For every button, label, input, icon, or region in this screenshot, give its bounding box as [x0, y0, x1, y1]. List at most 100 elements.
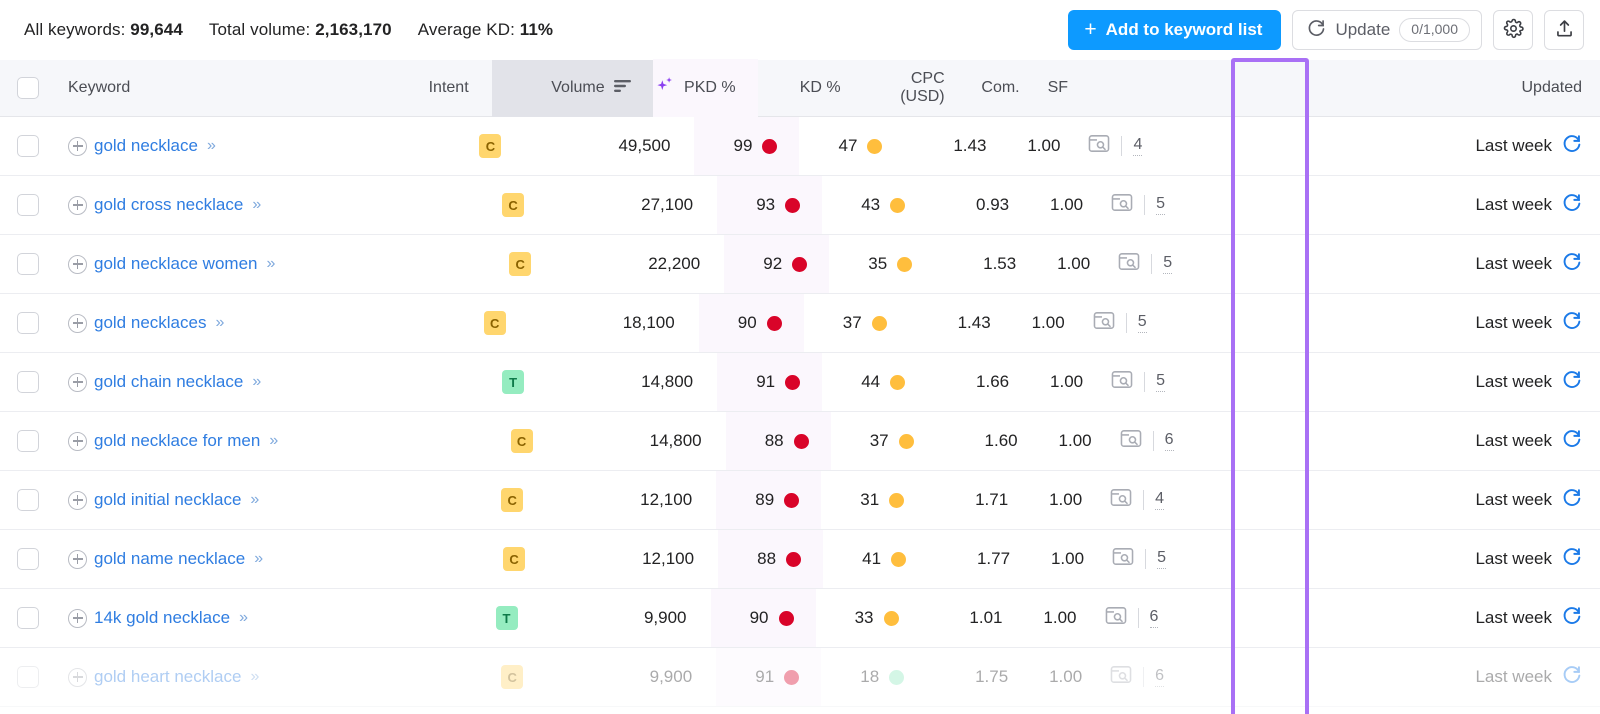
- row-checkbox[interactable]: [17, 430, 39, 452]
- export-button[interactable]: [1544, 10, 1584, 50]
- intent-badge[interactable]: T: [502, 370, 524, 394]
- refresh-row-icon[interactable]: [1561, 487, 1582, 513]
- sf-count[interactable]: 5: [1157, 549, 1166, 569]
- add-keyword-icon[interactable]: [68, 550, 87, 569]
- serp-features-icon[interactable]: [1111, 370, 1133, 394]
- keyword-link[interactable]: gold necklace: [94, 136, 198, 156]
- add-to-keyword-list-button[interactable]: + Add to keyword list: [1068, 10, 1281, 50]
- add-keyword-icon[interactable]: [68, 196, 87, 215]
- serp-features-icon[interactable]: [1110, 665, 1132, 689]
- add-keyword-icon[interactable]: [68, 137, 87, 156]
- intent-badge[interactable]: C: [511, 429, 533, 453]
- keyword-link[interactable]: gold necklace women: [94, 254, 257, 274]
- header-com[interactable]: Com.: [963, 79, 1035, 97]
- refresh-row-icon[interactable]: [1561, 369, 1582, 395]
- intent-badge[interactable]: C: [501, 488, 523, 512]
- add-keyword-icon[interactable]: [68, 668, 87, 687]
- chevron-double-right-icon[interactable]: »: [252, 196, 259, 214]
- serp-features-icon[interactable]: [1088, 134, 1110, 158]
- sf-count[interactable]: 6: [1165, 431, 1174, 451]
- sf-count[interactable]: 4: [1155, 490, 1164, 510]
- serp-features-icon[interactable]: [1111, 193, 1133, 217]
- add-keyword-icon[interactable]: [68, 314, 87, 333]
- sf-count[interactable]: 5: [1156, 195, 1165, 215]
- header-kd[interactable]: KD %: [758, 79, 863, 97]
- select-all-checkbox[interactable]: [17, 77, 39, 99]
- sf-count[interactable]: 5: [1163, 254, 1172, 274]
- serp-features-icon[interactable]: [1112, 547, 1134, 571]
- table-row[interactable]: 14k gold necklace » T 9,900 90 33 1.01 1…: [0, 589, 1600, 648]
- add-keyword-icon[interactable]: [68, 609, 87, 628]
- update-button[interactable]: Update 0/1,000: [1292, 10, 1482, 50]
- keyword-link[interactable]: gold name necklace: [94, 549, 245, 569]
- row-checkbox[interactable]: [17, 548, 39, 570]
- table-row[interactable]: gold chain necklace » T 14,800 91 44 1.6…: [0, 353, 1600, 412]
- table-row[interactable]: gold necklace for men » C 14,800 88 37 1…: [0, 412, 1600, 471]
- row-checkbox[interactable]: [17, 312, 39, 334]
- table-row[interactable]: gold cross necklace » C 27,100 93 43 0.9…: [0, 176, 1600, 235]
- intent-badge[interactable]: C: [502, 193, 524, 217]
- refresh-row-icon[interactable]: [1561, 192, 1582, 218]
- serp-features-icon[interactable]: [1120, 429, 1142, 453]
- table-row[interactable]: gold name necklace » C 12,100 88 41 1.77…: [0, 530, 1600, 589]
- chevron-double-right-icon[interactable]: »: [269, 432, 276, 450]
- intent-badge[interactable]: T: [496, 606, 518, 630]
- row-checkbox[interactable]: [17, 489, 39, 511]
- sf-count[interactable]: 4: [1133, 136, 1142, 156]
- settings-button[interactable]: [1493, 10, 1533, 50]
- sf-count[interactable]: 5: [1156, 372, 1165, 392]
- sf-count[interactable]: 6: [1150, 608, 1159, 628]
- add-keyword-icon[interactable]: [68, 432, 87, 451]
- chevron-double-right-icon[interactable]: »: [250, 491, 257, 509]
- serp-features-icon[interactable]: [1105, 606, 1127, 630]
- table-row[interactable]: gold initial necklace » C 12,100 89 31 1…: [0, 471, 1600, 530]
- table-row[interactable]: gold necklaces » C 18,100 90 37 1.43 1.0…: [0, 294, 1600, 353]
- intent-badge[interactable]: C: [503, 547, 525, 571]
- refresh-row-icon[interactable]: [1561, 133, 1582, 159]
- intent-badge[interactable]: C: [484, 311, 506, 335]
- row-checkbox[interactable]: [17, 194, 39, 216]
- sf-count[interactable]: 6: [1155, 667, 1164, 687]
- table-row[interactable]: gold necklace women » C 22,200 92 35 1.5…: [0, 235, 1600, 294]
- chevron-double-right-icon[interactable]: »: [266, 255, 273, 273]
- refresh-row-icon[interactable]: [1561, 546, 1582, 572]
- refresh-row-icon[interactable]: [1561, 605, 1582, 631]
- chevron-double-right-icon[interactable]: »: [207, 137, 214, 155]
- serp-features-icon[interactable]: [1093, 311, 1115, 335]
- header-sf[interactable]: SF: [1035, 79, 1125, 97]
- add-keyword-icon[interactable]: [68, 255, 87, 274]
- serp-features-icon[interactable]: [1118, 252, 1140, 276]
- refresh-row-icon[interactable]: [1561, 428, 1582, 454]
- row-checkbox[interactable]: [17, 607, 39, 629]
- row-checkbox[interactable]: [17, 253, 39, 275]
- header-pkd[interactable]: PKD %: [653, 59, 758, 117]
- intent-badge[interactable]: C: [509, 252, 531, 276]
- chevron-double-right-icon[interactable]: »: [250, 668, 257, 686]
- header-keyword[interactable]: Keyword: [56, 79, 406, 97]
- keyword-link[interactable]: gold initial necklace: [94, 490, 241, 510]
- intent-badge[interactable]: C: [479, 134, 501, 158]
- chevron-double-right-icon[interactable]: »: [252, 373, 259, 391]
- refresh-row-icon[interactable]: [1561, 664, 1582, 690]
- header-intent[interactable]: Intent: [406, 79, 492, 97]
- refresh-row-icon[interactable]: [1561, 310, 1582, 336]
- header-updated[interactable]: Updated: [1125, 79, 1600, 97]
- chevron-double-right-icon[interactable]: »: [239, 609, 246, 627]
- sf-count[interactable]: 5: [1138, 313, 1147, 333]
- table-row[interactable]: gold necklace » C 49,500 99 47 1.43 1.00…: [0, 117, 1600, 176]
- keyword-link[interactable]: gold chain necklace: [94, 372, 243, 392]
- row-checkbox[interactable]: [17, 135, 39, 157]
- row-checkbox[interactable]: [17, 371, 39, 393]
- header-volume[interactable]: Volume: [492, 60, 653, 117]
- header-cpc[interactable]: CPC (USD): [863, 70, 963, 106]
- intent-badge[interactable]: C: [501, 665, 523, 689]
- refresh-row-icon[interactable]: [1561, 251, 1582, 277]
- keyword-link[interactable]: 14k gold necklace: [94, 608, 230, 628]
- keyword-link[interactable]: gold necklace for men: [94, 431, 260, 451]
- keyword-link[interactable]: gold heart necklace: [94, 667, 241, 687]
- table-row[interactable]: gold heart necklace » C 9,900 91 18 1.75…: [0, 648, 1600, 707]
- serp-features-icon[interactable]: [1110, 488, 1132, 512]
- chevron-double-right-icon[interactable]: »: [254, 550, 261, 568]
- keyword-link[interactable]: gold necklaces: [94, 313, 206, 333]
- keyword-link[interactable]: gold cross necklace: [94, 195, 243, 215]
